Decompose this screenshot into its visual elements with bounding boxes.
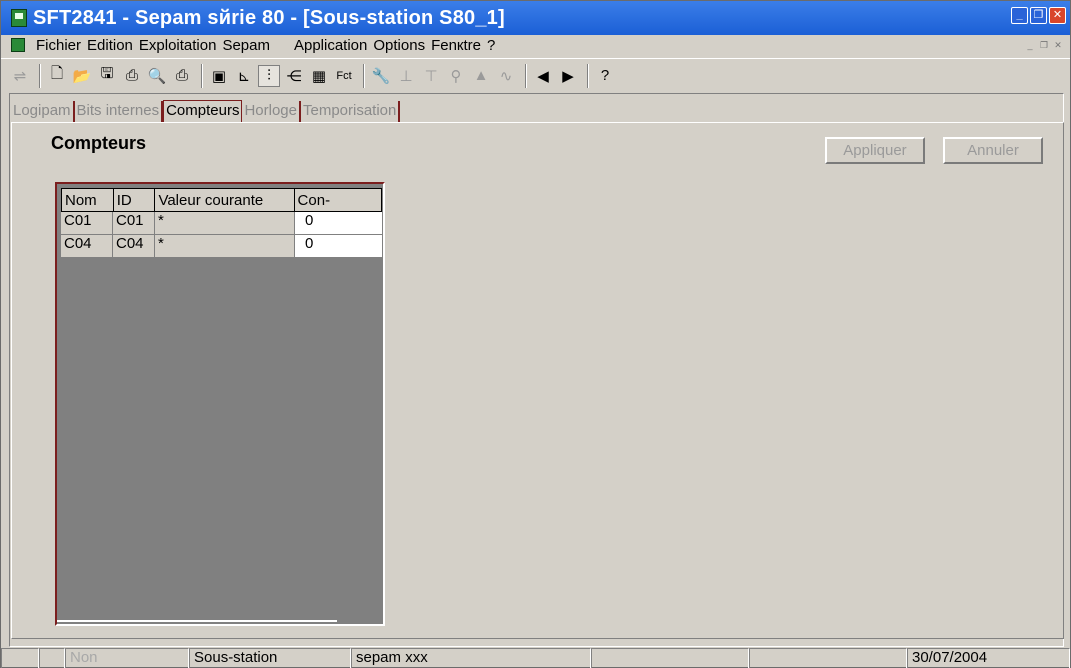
- plug-icon[interactable]: ⚲: [445, 65, 467, 87]
- table-header: Nom ID Valeur courante Con-: [61, 188, 382, 212]
- cell-id: C04: [113, 235, 155, 258]
- wave-icon[interactable]: ∿: [495, 65, 517, 87]
- tab-compteurs[interactable]: Compteurs: [163, 100, 243, 122]
- matrix-icon[interactable]: ▦: [308, 65, 330, 87]
- status-cell-empty: [39, 648, 65, 668]
- app-icon[interactable]: [11, 9, 27, 27]
- open-icon[interactable]: 📂: [71, 65, 93, 87]
- status-bar: Non Sous-station sepam xxx 30/07/2004: [1, 648, 1070, 668]
- column-header-nom[interactable]: Nom: [62, 189, 114, 211]
- menu-application[interactable]: Application: [291, 37, 370, 54]
- tab-horloge[interactable]: Horloge: [242, 101, 301, 122]
- title-bar[interactable]: SFT2841 - Sepam sйrie 80 - [Sous-station…: [1, 1, 1070, 35]
- outputs-icon[interactable]: ⋲: [283, 65, 305, 87]
- column-header-con[interactable]: Con-: [295, 189, 381, 211]
- print-icon[interactable]: ⎙: [121, 65, 143, 87]
- toolbar-separator: [525, 63, 527, 88]
- status-station: Sous-station: [189, 648, 351, 668]
- close-icon[interactable]: ✕: [1049, 7, 1066, 24]
- apply-button[interactable]: Appliquer: [825, 137, 925, 164]
- wrench-icon[interactable]: 🔧: [370, 65, 392, 87]
- table-row[interactable]: C04 C04 * 0: [61, 235, 382, 258]
- cell-id: C01: [113, 212, 155, 235]
- menu-options[interactable]: Options: [370, 37, 428, 54]
- new-icon[interactable]: 🗋: [46, 65, 68, 87]
- document-icon[interactable]: [11, 38, 25, 52]
- application-window: SFT2841 - Sepam sйrie 80 - [Sous-station…: [0, 0, 1071, 668]
- status-cell-empty: [1, 648, 39, 668]
- cell-con-input[interactable]: 0: [295, 212, 382, 235]
- mdi-restore-icon[interactable]: ❐: [1038, 39, 1050, 51]
- menu-edition[interactable]: Edition: [84, 37, 136, 54]
- mdi-close-icon[interactable]: ✕: [1052, 39, 1064, 51]
- diagram-icon[interactable]: ⊾: [233, 65, 255, 87]
- cell-valeur: *: [155, 235, 295, 258]
- cell-con-input[interactable]: 0: [295, 235, 382, 258]
- mdi-controls: _ ❐ ✕: [1024, 39, 1064, 51]
- print-setup-icon[interactable]: ⎙: [171, 65, 193, 87]
- scrollbar-track[interactable]: [57, 620, 337, 622]
- save-icon[interactable]: 🖫: [96, 65, 118, 87]
- cancel-button[interactable]: Annuler: [943, 137, 1043, 164]
- counters-table[interactable]: Nom ID Valeur courante Con- C01 C01 * 0 …: [55, 182, 385, 626]
- window-controls: _ ❐ ✕: [1011, 7, 1066, 24]
- toolbar-separator: [39, 63, 41, 88]
- sepam-icon[interactable]: ▣: [208, 65, 230, 87]
- cell-nom: C01: [61, 212, 113, 235]
- minimize-icon[interactable]: _: [1011, 7, 1028, 24]
- cell-valeur: *: [155, 212, 295, 235]
- status-date: 30/07/2004: [907, 648, 1070, 668]
- toolbar-separator: [363, 63, 365, 88]
- tab-logipam[interactable]: Logipam: [11, 101, 75, 122]
- mdi-minimize-icon[interactable]: _: [1024, 39, 1036, 51]
- menu-bar: Fichier Edition Exploitation Sepam Appli…: [1, 35, 1070, 55]
- status-cell-empty: [749, 648, 907, 668]
- menu-sepam[interactable]: Sepam: [219, 37, 273, 54]
- triangle-icon[interactable]: ▲: [470, 65, 492, 87]
- inputs-icon[interactable]: ⫶: [258, 64, 280, 87]
- fct-icon[interactable]: Fct: [333, 65, 355, 87]
- vt-icon[interactable]: ⊤: [420, 65, 442, 87]
- print-preview-icon[interactable]: 🔍: [146, 65, 168, 87]
- status-sepam: sepam xxx: [351, 648, 591, 668]
- next-icon[interactable]: ▶: [557, 65, 579, 87]
- restore-icon[interactable]: ❐: [1030, 7, 1047, 24]
- toolbar-separator: [201, 63, 203, 88]
- cell-nom: C04: [61, 235, 113, 258]
- tab-bits-internes[interactable]: Bits internes: [75, 101, 164, 122]
- column-header-valeur[interactable]: Valeur courante: [155, 189, 295, 211]
- toolbar-separator: [587, 63, 589, 88]
- help-icon[interactable]: ?: [594, 65, 616, 87]
- status-mode: Non: [65, 648, 189, 668]
- prev-icon[interactable]: ◀: [532, 65, 554, 87]
- toolbar: ⇌ 🗋 📂 🖫 ⎙ 🔍 ⎙ ▣ ⊾ ⫶ ⋲ ▦ Fct 🔧 ⊥ ⊤ ⚲ ▲ ∿ …: [1, 58, 1070, 92]
- page-title: Compteurs: [51, 133, 147, 153]
- table-row[interactable]: C01 C01 * 0: [61, 212, 382, 235]
- status-cell-empty: [591, 648, 749, 668]
- disconnect-icon[interactable]: ⇌: [9, 65, 31, 87]
- menu-exploitation[interactable]: Exploitation: [136, 37, 220, 54]
- column-header-id[interactable]: ID: [114, 189, 156, 211]
- ct-icon[interactable]: ⊥: [395, 65, 417, 87]
- tab-strip: Logipam Bits internes Compteurs Horloge …: [11, 100, 401, 122]
- menu-help[interactable]: ?: [484, 37, 498, 54]
- window-title: SFT2841 - Sepam sйrie 80 - [Sous-station…: [33, 6, 505, 29]
- tab-temporisation[interactable]: Temporisation: [301, 101, 401, 122]
- menu-fenetre[interactable]: Fenкtre: [428, 37, 484, 54]
- menu-fichier[interactable]: Fichier: [33, 37, 84, 54]
